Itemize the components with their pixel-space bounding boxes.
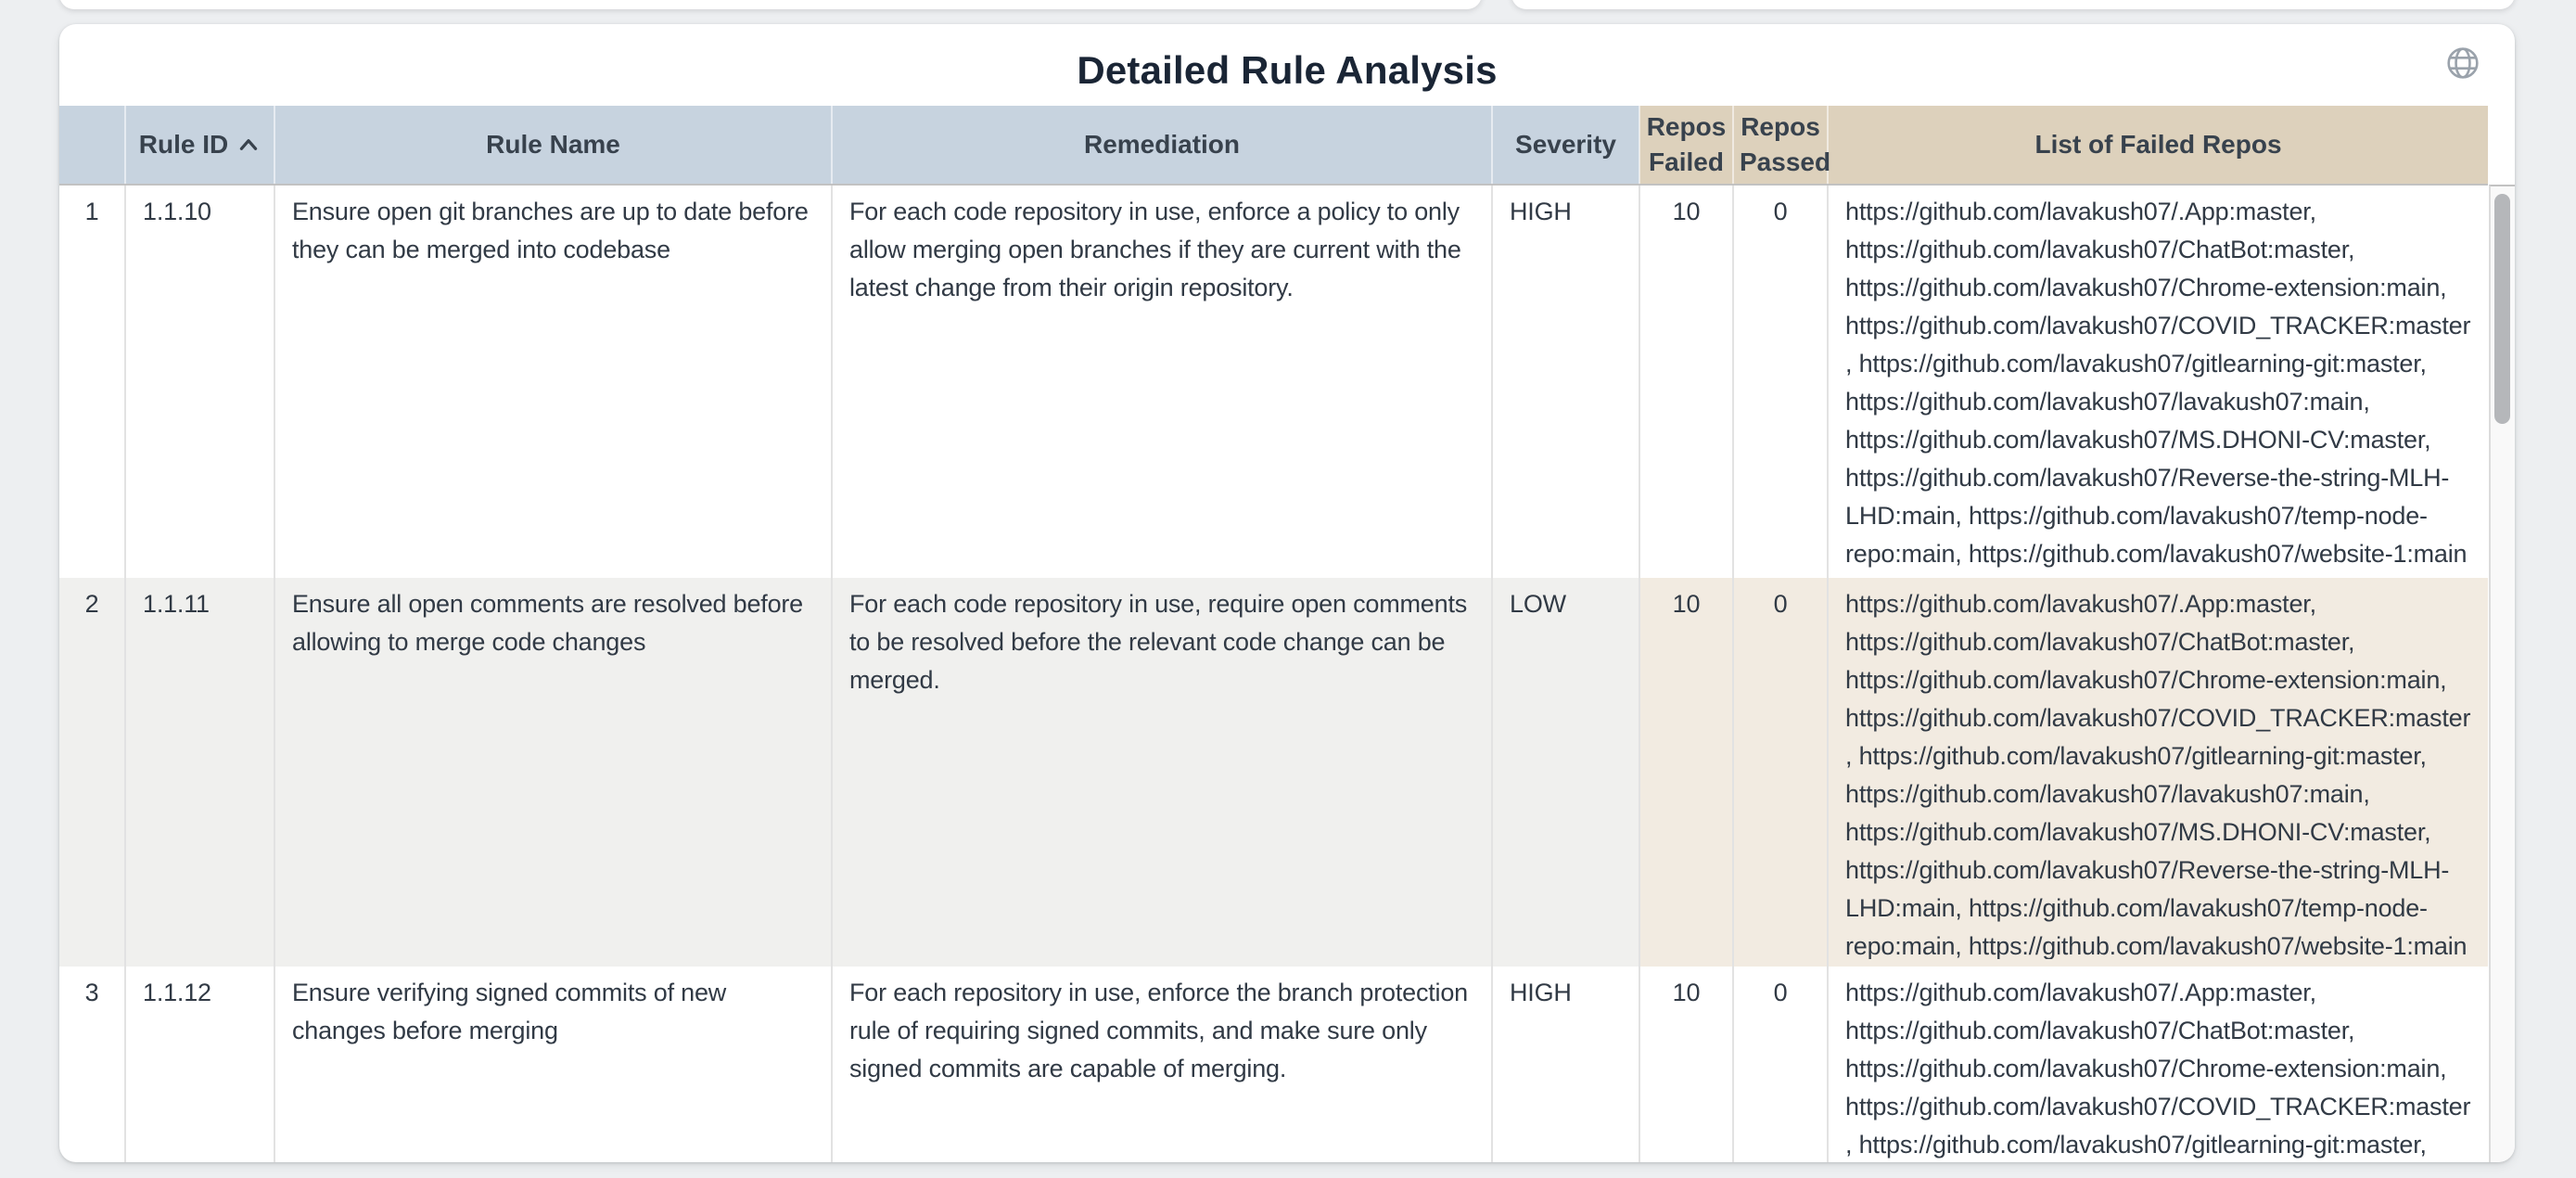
table-row: 2 1.1.11 Ensure all open comments are re… — [59, 578, 2488, 967]
vertical-scrollbar[interactable] — [2489, 185, 2515, 1162]
column-header-repos-failed[interactable]: Repos Failed — [1639, 106, 1733, 185]
cell-repos-passed: 0 — [1733, 967, 1828, 1162]
cell-rule-name: Ensure open git branches are up to date … — [274, 185, 832, 578]
card-above-left — [59, 0, 1482, 9]
column-header-index — [59, 106, 125, 185]
detailed-rule-analysis-card: Detailed Rule Analysis — [59, 24, 2515, 1162]
cell-rule-id: 1.1.10 — [125, 185, 274, 578]
cell-severity: HIGH — [1492, 967, 1639, 1162]
scrollbar-thumb[interactable] — [2494, 194, 2510, 424]
cell-row-index: 3 — [59, 967, 125, 1162]
column-header-remediation[interactable]: Remediation — [832, 106, 1492, 185]
cell-row-index: 1 — [59, 185, 125, 578]
card-above-right — [1511, 0, 2515, 9]
page-title: Detailed Rule Analysis — [59, 24, 2515, 93]
cell-failed-repos-list: https://github.com/lavakush07/.App:maste… — [1828, 967, 2488, 1162]
cell-severity: LOW — [1492, 578, 1639, 967]
column-header-rule-id-label: Rule ID — [139, 127, 228, 162]
column-header-rule-id[interactable]: Rule ID — [125, 106, 274, 185]
column-header-severity[interactable]: Severity — [1492, 106, 1639, 185]
cell-rule-id: 1.1.12 — [125, 967, 274, 1162]
column-header-rule-name[interactable]: Rule Name — [274, 106, 832, 185]
table-row: 3 1.1.12 Ensure verifying signed commits… — [59, 967, 2488, 1162]
cell-severity: HIGH — [1492, 185, 1639, 578]
cell-repos-failed: 10 — [1639, 967, 1733, 1162]
cell-repos-passed: 0 — [1733, 185, 1828, 578]
card-header: Detailed Rule Analysis — [59, 24, 2515, 106]
cell-repos-passed: 0 — [1733, 578, 1828, 967]
cell-remediation: For each code repository in use, require… — [832, 578, 1492, 967]
cell-rule-name: Ensure all open comments are resolved be… — [274, 578, 832, 967]
column-header-failed-repos-list[interactable]: List of Failed Repos — [1828, 106, 2488, 185]
globe-button[interactable] — [2441, 41, 2485, 85]
sort-ascending-icon — [236, 129, 261, 164]
cell-remediation: For each repository in use, enforce the … — [832, 967, 1492, 1162]
cell-rule-name: Ensure verifying signed commits of new c… — [274, 967, 832, 1162]
cell-failed-repos-list: https://github.com/lavakush07/.App:maste… — [1828, 578, 2488, 967]
cell-failed-repos-list: https://github.com/lavakush07/.App:maste… — [1828, 185, 2488, 578]
cell-repos-failed: 10 — [1639, 185, 1733, 578]
globe-icon — [2443, 44, 2482, 83]
cell-repos-failed: 10 — [1639, 578, 1733, 967]
cell-rule-id: 1.1.11 — [125, 578, 274, 967]
cell-row-index: 2 — [59, 578, 125, 967]
column-header-repos-passed[interactable]: Repos Passed — [1733, 106, 1828, 185]
cell-remediation: For each code repository in use, enforce… — [832, 185, 1492, 578]
table-header-row: Rule ID Rule Name Remediation Severity R… — [59, 106, 2488, 185]
rule-analysis-table: Rule ID Rule Name Remediation Severity R… — [59, 106, 2515, 1162]
table-row: 1 1.1.10 Ensure open git branches are up… — [59, 185, 2488, 578]
